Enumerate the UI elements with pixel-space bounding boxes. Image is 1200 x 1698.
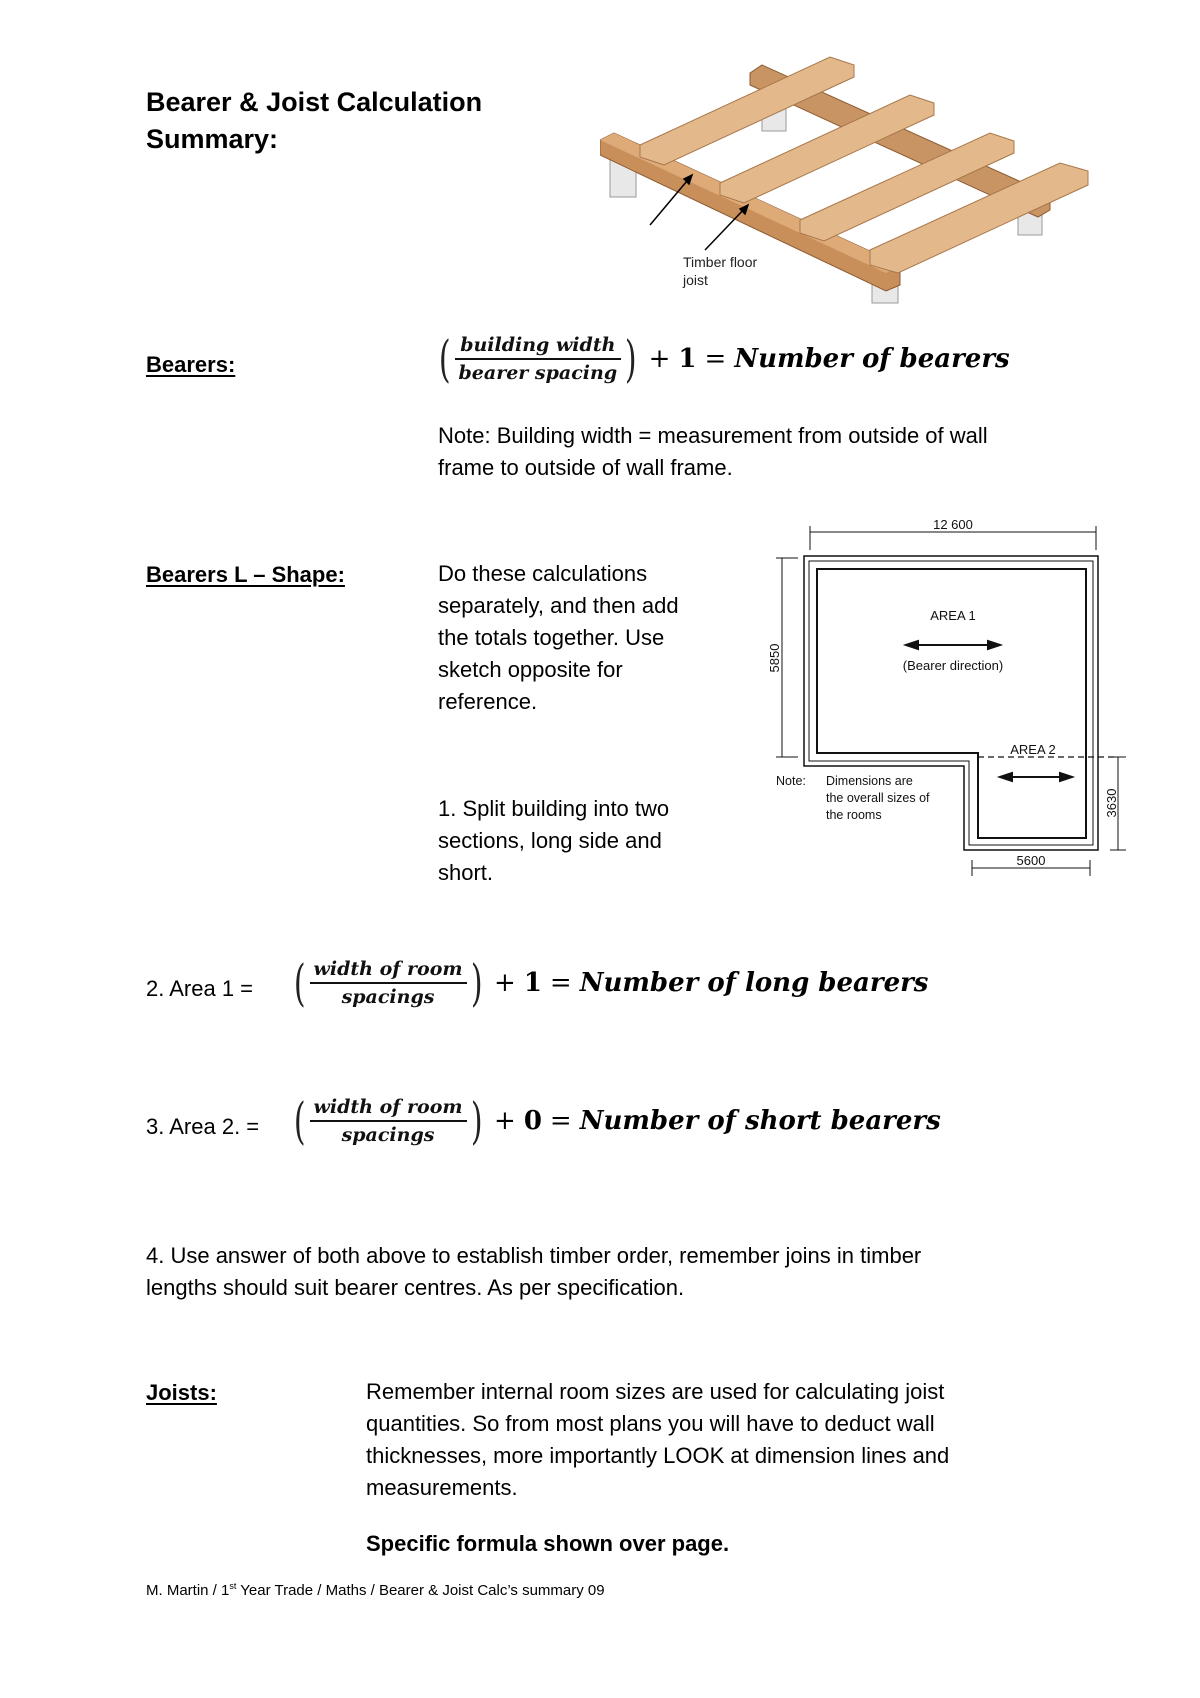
dim-right-text: 3630 — [1104, 789, 1119, 818]
paragraph-line: Remember internal room sizes are used fo… — [366, 1379, 945, 1404]
formula-constant: 0 — [523, 1106, 542, 1136]
page-title-line2: Summary: — [146, 124, 279, 154]
dim-top-text: 12 600 — [933, 520, 973, 532]
fraction-denominator: spacings — [341, 986, 435, 1008]
l-shape-heading: Bearers L – Shape: — [146, 562, 345, 587]
joist-label-line1: Timber floor — [683, 254, 758, 270]
fraction-denominator: bearer spacing — [458, 362, 618, 384]
equals-sign: = — [704, 344, 727, 374]
plus-sign: + — [648, 344, 671, 374]
fraction-numerator: width of room — [309, 1096, 467, 1122]
outer-wall — [803, 555, 1099, 851]
step1-line: 1. Split building into two — [438, 796, 670, 821]
area1-label: AREA 1 — [930, 608, 976, 623]
formula-constant: 1 — [678, 344, 697, 374]
diagram-note-label: Note: — [776, 774, 806, 788]
fraction-numerator: width of room — [309, 958, 467, 984]
close-paren: ) — [470, 954, 483, 1012]
l-shape-plan-diagram: 12 600 5850 3630 5600 AREA 1 (Bearer dir… — [768, 520, 1126, 876]
bearers-note: Note: Building width = measurement from … — [438, 420, 988, 484]
timber-bearer-icon — [600, 64, 1051, 292]
bearers-note-line2: frame to outside of wall frame. — [438, 455, 733, 480]
joists-heading: Joists: — [146, 1380, 217, 1405]
area2-formula: ( width of room spacings ) + 0 = Number … — [290, 1096, 941, 1146]
paragraph-line: measurements. — [366, 1475, 518, 1500]
area1-fraction: width of room spacings — [309, 958, 467, 1008]
timber-joist-icon — [639, 56, 1089, 274]
footer-suffix: Year Trade / Maths / Bearer & Joist Calc… — [236, 1582, 605, 1599]
footer-prefix: M. Martin / 1 — [146, 1582, 230, 1599]
bearers-formula: ( building width bearer spacing ) + 1 = … — [435, 334, 1010, 384]
open-paren: ( — [438, 330, 451, 388]
paragraph-line: Do these calculations — [438, 561, 648, 586]
joist-label-line2: joist — [682, 272, 708, 288]
open-paren: ( — [293, 1092, 306, 1150]
page-footer: M. Martin / 1st Year Trade / Maths / Bea… — [146, 1581, 605, 1599]
area1-label: 2. Area 1 = — [146, 976, 254, 1001]
l-shape-paragraph: Do these calculations separately, and th… — [438, 558, 679, 718]
step4-paragraph: 4. Use answer of both above to establish… — [146, 1240, 921, 1304]
bearers-note-line1: Note: Building width = measurement from … — [438, 423, 988, 448]
joists-bold-note: Specific formula shown over page. — [366, 1531, 730, 1556]
fraction-denominator: spacings — [341, 1124, 435, 1146]
step1-paragraph: 1. Split building into two sections, lon… — [438, 793, 669, 889]
page-title-line1: Bearer & Joist Calculation — [146, 87, 483, 117]
area2-label: AREA 2 — [1010, 742, 1056, 757]
paragraph-line: the totals together. Use — [438, 625, 665, 650]
step4-line1: 4. Use answer of both above to establish… — [146, 1243, 922, 1268]
diagram-note-line: the rooms — [826, 808, 882, 822]
area1-caption: (Bearer direction) — [903, 658, 1003, 673]
joists-paragraph: Remember internal room sizes are used fo… — [366, 1376, 949, 1504]
formula-result: Number of long bearers — [579, 968, 929, 998]
plus-sign: + — [494, 1106, 516, 1136]
concrete-pier-icon — [609, 96, 1043, 304]
area1-formula: ( width of room spacings ) + 1 = Number … — [290, 954, 929, 1012]
bearers-heading: Bearers: — [146, 352, 236, 377]
dim-bottom-text: 5600 — [1017, 853, 1046, 868]
diagram-note-line: the overall sizes of — [826, 791, 930, 805]
paragraph-line: thicknesses, more importantly LOOK at di… — [366, 1443, 950, 1468]
paragraph-line: reference. — [438, 689, 538, 714]
step4-line2: lengths should suit bearer centres. As p… — [146, 1275, 685, 1300]
area2-label: 3. Area 2. = — [146, 1114, 260, 1139]
close-paren: ) — [625, 330, 637, 388]
formula-constant: 1 — [523, 968, 542, 998]
page-title: Bearer & Joist Calculation Summary: — [146, 84, 482, 158]
paragraph-line: separately, and then add — [438, 593, 679, 618]
close-paren: ) — [470, 1092, 483, 1150]
paragraph-line: quantities. So from most plans you will … — [366, 1411, 935, 1436]
open-paren: ( — [293, 954, 306, 1012]
formula-result: Number of bearers — [734, 344, 1010, 374]
plus-sign: + — [494, 968, 516, 998]
step1-line: short. — [438, 860, 494, 885]
bearers-fraction: building width bearer spacing — [454, 334, 622, 384]
area2-fraction: width of room spacings — [309, 1096, 467, 1146]
step1-line: sections, long side and — [438, 828, 662, 853]
formula-result: Number of short bearers — [579, 1106, 941, 1136]
fraction-numerator: building width — [454, 334, 622, 360]
dim-left-text: 5850 — [768, 644, 782, 673]
timber-floor-illustration: Timber bearer Timber floor joist — [600, 56, 1089, 304]
equals-sign: = — [549, 968, 572, 998]
diagram-note-line: Dimensions are — [826, 774, 913, 788]
equals-sign: = — [549, 1106, 572, 1136]
paragraph-line: sketch opposite for — [438, 657, 623, 682]
